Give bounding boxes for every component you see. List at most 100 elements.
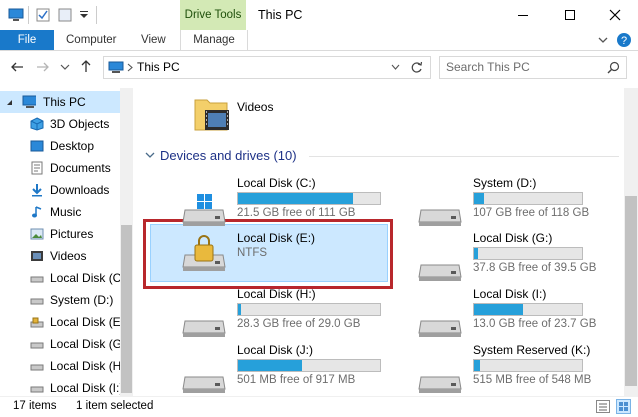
nav-item-3d-objects[interactable]: 3D Objects <box>0 113 120 135</box>
group-collapse-chevron-icon[interactable] <box>145 152 155 160</box>
drive-icon <box>418 376 462 393</box>
drive-tile-c[interactable]: Local Disk (C:) 21.5 GB free of 111 GB <box>137 176 381 232</box>
navigation-pane: This PC 3D Objects Desktop Documents Dow… <box>0 88 133 396</box>
drive-free-space: 37.8 GB free of 39.5 GB <box>473 262 597 274</box>
search-box[interactable]: Search This PC <box>439 56 627 79</box>
drive-filesystem: NTFS <box>237 247 268 259</box>
capacity-bar <box>473 303 583 316</box>
drive-tile-d[interactable]: System (D:) 107 GB free of 118 GB <box>373 176 613 232</box>
close-button[interactable] <box>592 0 638 30</box>
drive-tile-i[interactable]: Local Disk (I:) 13.0 GB free of 23.7 GB <box>373 287 613 343</box>
forward-arrow-icon[interactable] <box>36 61 50 73</box>
tab-manage[interactable]: Manage <box>180 30 248 50</box>
breadcrumb-chevron-icon[interactable] <box>127 63 133 72</box>
drive-tile-h[interactable]: Local Disk (H:) 28.3 GB free of 29.0 GB <box>137 287 381 343</box>
new-folder-icon[interactable] <box>58 8 72 22</box>
videos-folder-icon[interactable] <box>193 94 231 134</box>
nav-item-local-disk-i[interactable]: Local Disk (I:) <box>0 377 124 396</box>
expand-ribbon-icon[interactable] <box>598 35 608 45</box>
capacity-fill <box>474 193 484 204</box>
refresh-icon[interactable] <box>410 61 423 74</box>
nav-item-videos[interactable]: Videos <box>0 245 120 267</box>
properties-check-icon[interactable] <box>36 8 50 22</box>
drive-tools-context-tab: Drive Tools <box>180 0 246 30</box>
collapse-chevron-icon[interactable] <box>7 99 13 106</box>
drive-tile-j[interactable]: Local Disk (J:) 501 MB free of 917 MB <box>137 343 381 399</box>
drive-name: Local Disk (H:) <box>237 287 316 301</box>
computer-icon <box>22 95 36 108</box>
nav-label: 3D Objects <box>50 117 110 131</box>
nav-label: Music <box>50 205 82 219</box>
locked-drive-icon <box>30 317 44 328</box>
computer-icon <box>108 61 124 73</box>
drive-tile-k[interactable]: System Reserved (K:) 515 MB free of 548 … <box>373 343 613 399</box>
help-icon[interactable]: ? <box>616 32 632 48</box>
details-view-icon[interactable] <box>596 400 610 413</box>
drive-free-space: 107 GB free of 118 GB <box>473 207 590 219</box>
nav-item-local-disk-g[interactable]: Local Disk (G:) <box>0 333 129 355</box>
large-icons-view-icon[interactable] <box>616 399 631 414</box>
customize-dropdown-icon[interactable] <box>79 10 89 20</box>
divider <box>28 6 29 24</box>
capacity-bar <box>473 247 583 260</box>
capacity-fill <box>474 304 523 315</box>
drive-name: Local Disk (J:) <box>237 343 314 357</box>
back-arrow-icon[interactable] <box>10 61 24 73</box>
maximize-button[interactable] <box>547 0 593 30</box>
drive-free-space: 13.0 GB free of 23.7 GB <box>473 318 597 330</box>
nav-item-system-d[interactable]: System (D:) <box>0 289 120 311</box>
nav-item-local-disk-c[interactable]: Local Disk (C:) <box>0 267 129 289</box>
breadcrumb-this-pc[interactable]: This PC <box>137 60 180 74</box>
drive-name: Local Disk (C:) <box>237 176 316 190</box>
folder-label-videos[interactable]: Videos <box>237 100 273 114</box>
tab-computer[interactable]: Computer <box>66 30 117 50</box>
drive-name: Local Disk (I:) <box>473 287 547 301</box>
drive-free-space: 28.3 GB free of 29.0 GB <box>237 318 361 330</box>
nav-item-desktop[interactable]: Desktop <box>0 135 120 157</box>
search-icon[interactable] <box>607 61 620 74</box>
drive-icon <box>30 342 44 349</box>
nav-label: System (D:) <box>50 293 114 307</box>
nav-item-local-disk-h[interactable]: Local Disk (H:) <box>0 355 129 377</box>
nav-label: Local Disk (C:) <box>50 271 129 285</box>
address-bar[interactable]: This PC <box>103 56 431 79</box>
nav-item-music[interactable]: Music <box>0 201 120 223</box>
nav-item-downloads[interactable]: Downloads <box>0 179 120 201</box>
documents-folder-icon <box>31 161 43 175</box>
nav-item-documents[interactable]: Documents <box>0 157 120 179</box>
drive-tile-g[interactable]: Local Disk (G:) 37.8 GB free of 39.5 GB <box>373 231 613 287</box>
drive-tile-e[interactable]: Local Disk (E:) NTFS <box>137 231 377 287</box>
nav-item-this-pc[interactable]: This PC <box>0 91 120 113</box>
nav-scrollbar-thumb[interactable] <box>121 225 132 393</box>
nav-label: Local Disk (H:) <box>50 359 129 373</box>
pictures-folder-icon <box>30 228 44 240</box>
capacity-fill <box>238 360 302 371</box>
minimize-button[interactable] <box>500 0 546 30</box>
nav-label: Videos <box>50 249 87 263</box>
tab-file[interactable]: File <box>0 30 54 50</box>
nav-item-pictures[interactable]: Pictures <box>0 223 120 245</box>
window-title: This PC <box>258 8 303 22</box>
recent-locations-chevron-icon[interactable] <box>60 64 70 72</box>
group-divider <box>309 156 619 157</box>
capacity-bar <box>473 359 583 372</box>
content-scrollbar-thumb[interactable] <box>625 196 637 386</box>
group-header[interactable]: Devices and drives (10) <box>160 148 297 163</box>
drive-icon <box>30 364 44 371</box>
address-dropdown-icon[interactable] <box>391 64 400 71</box>
nav-item-local-disk-e[interactable]: Local Disk (E:) <box>0 311 128 333</box>
videos-folder-icon <box>31 251 43 261</box>
drive-icon <box>30 298 44 305</box>
locked-drive-icon <box>182 235 226 271</box>
tab-view[interactable]: View <box>141 30 166 50</box>
drive-icon <box>182 376 226 393</box>
capacity-bar <box>237 192 381 205</box>
nav-label: Documents <box>50 161 111 175</box>
up-arrow-icon[interactable] <box>80 59 92 73</box>
capacity-fill <box>474 248 479 259</box>
nav-label: Downloads <box>50 183 110 197</box>
nav-label: Local Disk (G:) <box>50 337 130 351</box>
nav-label: Local Disk (I:) <box>50 381 124 395</box>
drive-icon <box>418 264 462 281</box>
search-placeholder: Search This PC <box>446 60 530 74</box>
